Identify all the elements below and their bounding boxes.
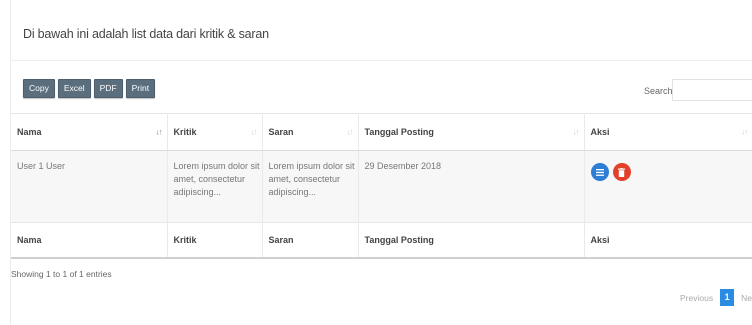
table-row: User 1 User Lorem ipsum dolor sit amet, … <box>11 150 752 223</box>
pdf-button[interactable]: PDF <box>93 79 123 98</box>
footer-aksi: Aksi <box>584 222 752 259</box>
pagination: Previous 1 Next <box>680 289 752 306</box>
table-footer-row: Nama Kritik Saran Tanggal Posting Aksi <box>11 222 752 259</box>
column-header-saran[interactable]: Saran ↓↑ <box>262 113 359 151</box>
footer-tanggal: Tanggal Posting <box>358 222 585 259</box>
search-label: Search: <box>644 86 676 96</box>
sort-icon: ↓↑ <box>741 127 748 137</box>
kritik-saran-table: Nama ↓↑ Kritik ↓↑ Saran ↓↑ Tanggal Posting ↓… <box>11 113 752 259</box>
previous-page-button[interactable]: Previous <box>680 293 713 303</box>
column-header-tanggal[interactable]: Tanggal Posting ↓↑ <box>358 113 585 151</box>
sort-asc-icon: ↓↑ <box>155 127 163 137</box>
next-page-button[interactable]: Next <box>741 293 752 303</box>
column-header-label: Saran <box>268 127 294 137</box>
copy-button[interactable]: Copy <box>23 79 55 98</box>
sort-icon: ↓↑ <box>572 127 580 137</box>
sort-icon: ↓↑ <box>250 127 258 137</box>
export-button-group: Copy Excel PDF Print <box>23 79 156 98</box>
table-header-row: Nama ↓↑ Kritik ↓↑ Saran ↓↑ Tanggal Posting ↓… <box>11 113 752 151</box>
table-info: Showing 1 to 1 of 1 entries <box>11 269 112 279</box>
row-actions <box>590 160 752 181</box>
column-header-kritik[interactable]: Kritik ↓↑ <box>167 113 263 151</box>
cell-nama: User 1 User <box>11 150 168 223</box>
cell-saran: Lorem ipsum dolor sit amet, consectetur … <box>262 150 359 223</box>
page-title: Di bawah ini adalah list data dari kriti… <box>23 27 269 41</box>
footer-kritik: Kritik <box>167 222 263 259</box>
column-header-nama[interactable]: Nama ↓↑ <box>11 113 168 151</box>
print-button[interactable]: Print <box>125 79 156 98</box>
trash-icon <box>618 167 625 177</box>
cell-aksi <box>584 150 752 223</box>
column-header-label: Aksi <box>590 127 610 137</box>
column-header-label: Kritik <box>173 127 197 137</box>
search-input[interactable] <box>672 79 752 101</box>
delete-button[interactable] <box>612 163 631 181</box>
sort-icon: ↓↑ <box>346 127 354 137</box>
column-header-label: Tanggal Posting <box>364 127 434 137</box>
footer-nama: Nama <box>11 222 168 259</box>
footer-saran: Saran <box>262 222 359 259</box>
cell-kritik: Lorem ipsum dolor sit amet, consectetur … <box>167 150 263 223</box>
column-header-label: Nama <box>17 127 42 137</box>
column-header-aksi[interactable]: Aksi ↓↑ <box>584 113 752 151</box>
excel-button[interactable]: Excel <box>57 79 91 98</box>
cell-tanggal: 29 Desember 2018 <box>358 150 585 223</box>
page-1-button[interactable]: 1 <box>720 289 735 306</box>
detail-button[interactable] <box>590 163 609 181</box>
title-divider <box>11 60 752 61</box>
list-icon <box>595 168 604 176</box>
